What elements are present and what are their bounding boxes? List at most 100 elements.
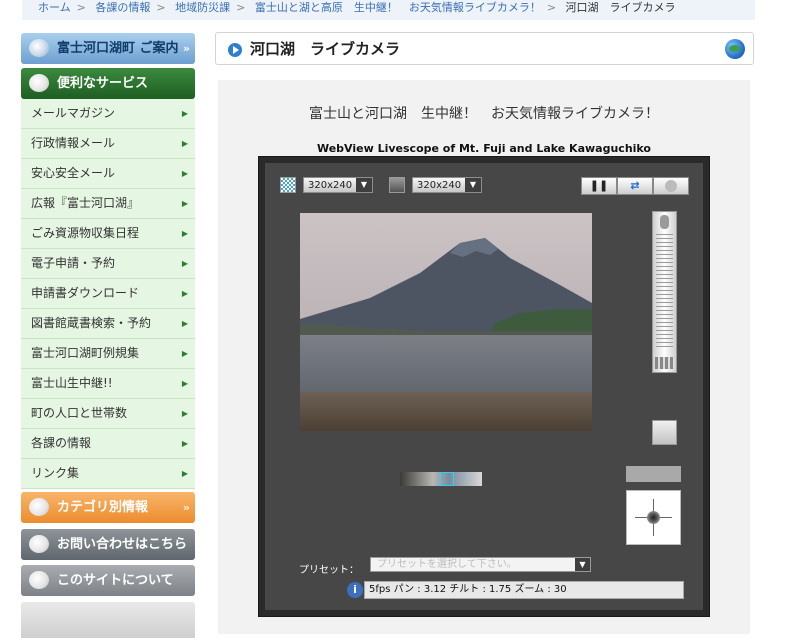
- town-logo-icon: [29, 39, 49, 57]
- panorama-position-marker[interactable]: [440, 472, 454, 486]
- status-bar-display: [626, 466, 681, 482]
- sidebar-item-population[interactable]: 町の人口と世帯数 ▶: [21, 399, 195, 429]
- page-title-bar: 河口湖 ライブカメラ: [215, 32, 754, 65]
- arrow-right-icon: ▶: [181, 199, 188, 208]
- arrow-right-icon: ▶: [181, 379, 188, 388]
- breadcrumb: ホーム > 各課の情報 > 地域防災課 > 富士山と湖と高原 生中継！ お天気情報ライ…: [22, 0, 755, 20]
- sidebar-item-label: 広報『富士河口湖』: [31, 196, 140, 210]
- arrow-right-icon: ▶: [181, 319, 188, 328]
- breadcrumb-separator: >: [546, 1, 557, 14]
- breadcrumb-separator: >: [236, 1, 246, 14]
- frame-size-icon[interactable]: [389, 177, 405, 193]
- frame-size-select[interactable]: 320x240 ▼: [412, 177, 482, 193]
- pause-icon: ❚❚: [589, 179, 609, 192]
- sidebar-item-admin-mail[interactable]: 行政情報メール ▶: [21, 129, 195, 159]
- live-camera-image[interactable]: [300, 213, 592, 431]
- arrow-right-icon: ▶: [181, 109, 188, 118]
- town-guide-label: 富士河口湖町 ご案内: [57, 41, 179, 56]
- info-icon[interactable]: i: [347, 582, 363, 598]
- arrow-right-icon: ▶: [181, 439, 188, 448]
- shore-image: [300, 391, 592, 431]
- breadcrumb-separator: >: [76, 1, 86, 14]
- preset-select[interactable]: プリセットを選択して下さい。 ▼: [370, 557, 591, 572]
- sidebar-item-town-bulletin[interactable]: 広報『富士河口湖』 ▶: [21, 189, 195, 219]
- sidebar-item-town-regulations[interactable]: 富士河口湖町例規集 ▶: [21, 339, 195, 369]
- preset-label: プリセット：: [299, 565, 359, 576]
- camera-control-button[interactable]: [653, 177, 689, 195]
- about-label: このサイトについて: [57, 573, 174, 588]
- contact-label: お問い合わせはこちら: [57, 537, 188, 552]
- sidebar-item-safety-mail[interactable]: 安心安全メール ▶: [21, 159, 195, 189]
- sidebar-item-label: メールマガジン: [31, 106, 116, 120]
- panorama-map[interactable]: [400, 472, 482, 486]
- preset-placeholder: プリセットを選択して下さい。: [377, 559, 517, 570]
- zoom-out-icon[interactable]: [655, 357, 674, 369]
- page-title: 河口湖 ライブカメラ: [250, 40, 401, 58]
- breadcrumb-home[interactable]: ホーム: [38, 1, 71, 14]
- sidebar-item-label: 申請書ダウンロード: [31, 286, 140, 300]
- sidebar-item-label: 図書館蔵書検索・予約: [31, 316, 152, 330]
- pan-tilt-joystick[interactable]: [626, 490, 681, 545]
- content-panel: 富士山と河口湖 生中継！ お天気情報ライブカメラ！ WebView Livesc…: [218, 80, 750, 634]
- arrow-right-icon: ▶: [181, 409, 188, 418]
- camera-icon: [665, 180, 677, 192]
- arrow-right-icon: ▶: [181, 169, 188, 178]
- camera-select-icon[interactable]: [652, 420, 677, 445]
- swap-icon: ⇄: [630, 179, 640, 192]
- image-size-select[interactable]: 320x240 ▼: [303, 177, 373, 193]
- sidebar-item-form-download[interactable]: 申請書ダウンロード ▶: [21, 279, 195, 309]
- arrow-right-icon: ▶: [181, 289, 188, 298]
- frame-size-value: 320x240: [417, 180, 462, 191]
- sidebar-item-label: リンク集: [31, 466, 80, 480]
- sidebar-item-departments[interactable]: 各課の情報 ▶: [21, 429, 195, 459]
- services-header: 便利なサービス: [21, 68, 195, 99]
- zoom-track: [656, 234, 673, 350]
- image-quality-icon[interactable]: [280, 177, 296, 193]
- arrow-right-icon: ▶: [181, 469, 188, 478]
- viewer-subtitle: WebView Livescope of Mt. Fuji and Lake K…: [316, 142, 651, 155]
- town-guide-button[interactable]: 富士河口湖町 ご案内 »: [21, 33, 195, 64]
- joystick-knob-icon[interactable]: [647, 511, 660, 524]
- globe-icon: [725, 39, 745, 59]
- breadcrumb-live-camera-index[interactable]: 富士山と湖と高原 生中継！ お天気情報ライブカメラ！: [255, 1, 541, 14]
- chevron-down-icon: ▼: [575, 558, 590, 571]
- contact-button[interactable]: お問い合わせはこちら: [21, 529, 195, 560]
- lead-text: 富士山と河口湖 生中継！ お天気情報ライブカメラ！: [309, 106, 659, 122]
- chevron-down-icon: ▼: [465, 178, 481, 192]
- chevron-down-icon: ▼: [356, 178, 372, 192]
- arrow-right-icon: ▶: [181, 229, 188, 238]
- sidebar-item-fuji-live[interactable]: 富士山生中継!! ▶: [21, 369, 195, 399]
- sidebar-banner: [21, 602, 195, 638]
- sidebar-item-label: 各課の情報: [31, 436, 92, 450]
- services-menu: メールマガジン ▶ 行政情報メール ▶ 安心安全メール ▶ 広報『富士河口湖』 ▶ ごみ…: [21, 99, 195, 489]
- zoom-in-icon[interactable]: [660, 215, 669, 229]
- sidebar-item-library-search[interactable]: 図書館蔵書検索・予約 ▶: [21, 309, 195, 339]
- pause-button[interactable]: ❚❚: [581, 177, 617, 195]
- about-button[interactable]: このサイトについて: [21, 565, 195, 596]
- sidebar-item-label: 町の人口と世帯数: [31, 406, 128, 420]
- category-button[interactable]: カテゴリ別情報 »: [21, 492, 195, 523]
- camera-status-text: 5fps パン : 3.12 チルト : 1.75 ズーム : 30: [364, 581, 684, 599]
- livescope-viewer: 320x240 ▼ 320x240 ▼ ❚❚ ⇄ プリセット： プリセットを選択…: [258, 156, 710, 617]
- image-size-value: 320x240: [308, 180, 353, 191]
- category-label: カテゴリ別情報: [57, 500, 149, 515]
- town-logo-icon: [29, 535, 49, 553]
- breadcrumb-current: 河口湖 ライブカメラ: [565, 1, 676, 14]
- breadcrumb-departments[interactable]: 各課の情報: [95, 1, 150, 14]
- sidebar-item-garbage-schedule[interactable]: ごみ資源物収集日程 ▶: [21, 219, 195, 249]
- breadcrumb-disaster-prevention[interactable]: 地域防災課: [175, 1, 230, 14]
- sidebar-item-label: 富士河口湖町例規集: [31, 346, 140, 360]
- breadcrumb-separator: >: [156, 1, 166, 14]
- sidebar-item-label: 電子申請・予約: [31, 256, 116, 270]
- sidebar-item-mail-magazine[interactable]: メールマガジン ▶: [21, 99, 195, 129]
- sidebar: 富士河口湖町 ご案内 » 便利なサービス メールマガジン ▶ 行政情報メール ▶ 安…: [21, 33, 195, 638]
- town-logo-icon: [29, 571, 49, 589]
- sidebar-item-e-application[interactable]: 電子申請・予約 ▶: [21, 249, 195, 279]
- sidebar-item-label: ごみ資源物収集日程: [31, 226, 140, 240]
- services-title: 便利なサービス: [57, 76, 149, 91]
- switch-camera-button[interactable]: ⇄: [617, 177, 653, 195]
- sidebar-item-label: 富士山生中継!!: [31, 376, 113, 390]
- sidebar-item-links[interactable]: リンク集 ▶: [21, 459, 195, 489]
- sidebar-item-label: 安心安全メール: [31, 166, 116, 180]
- zoom-slider[interactable]: [652, 211, 677, 373]
